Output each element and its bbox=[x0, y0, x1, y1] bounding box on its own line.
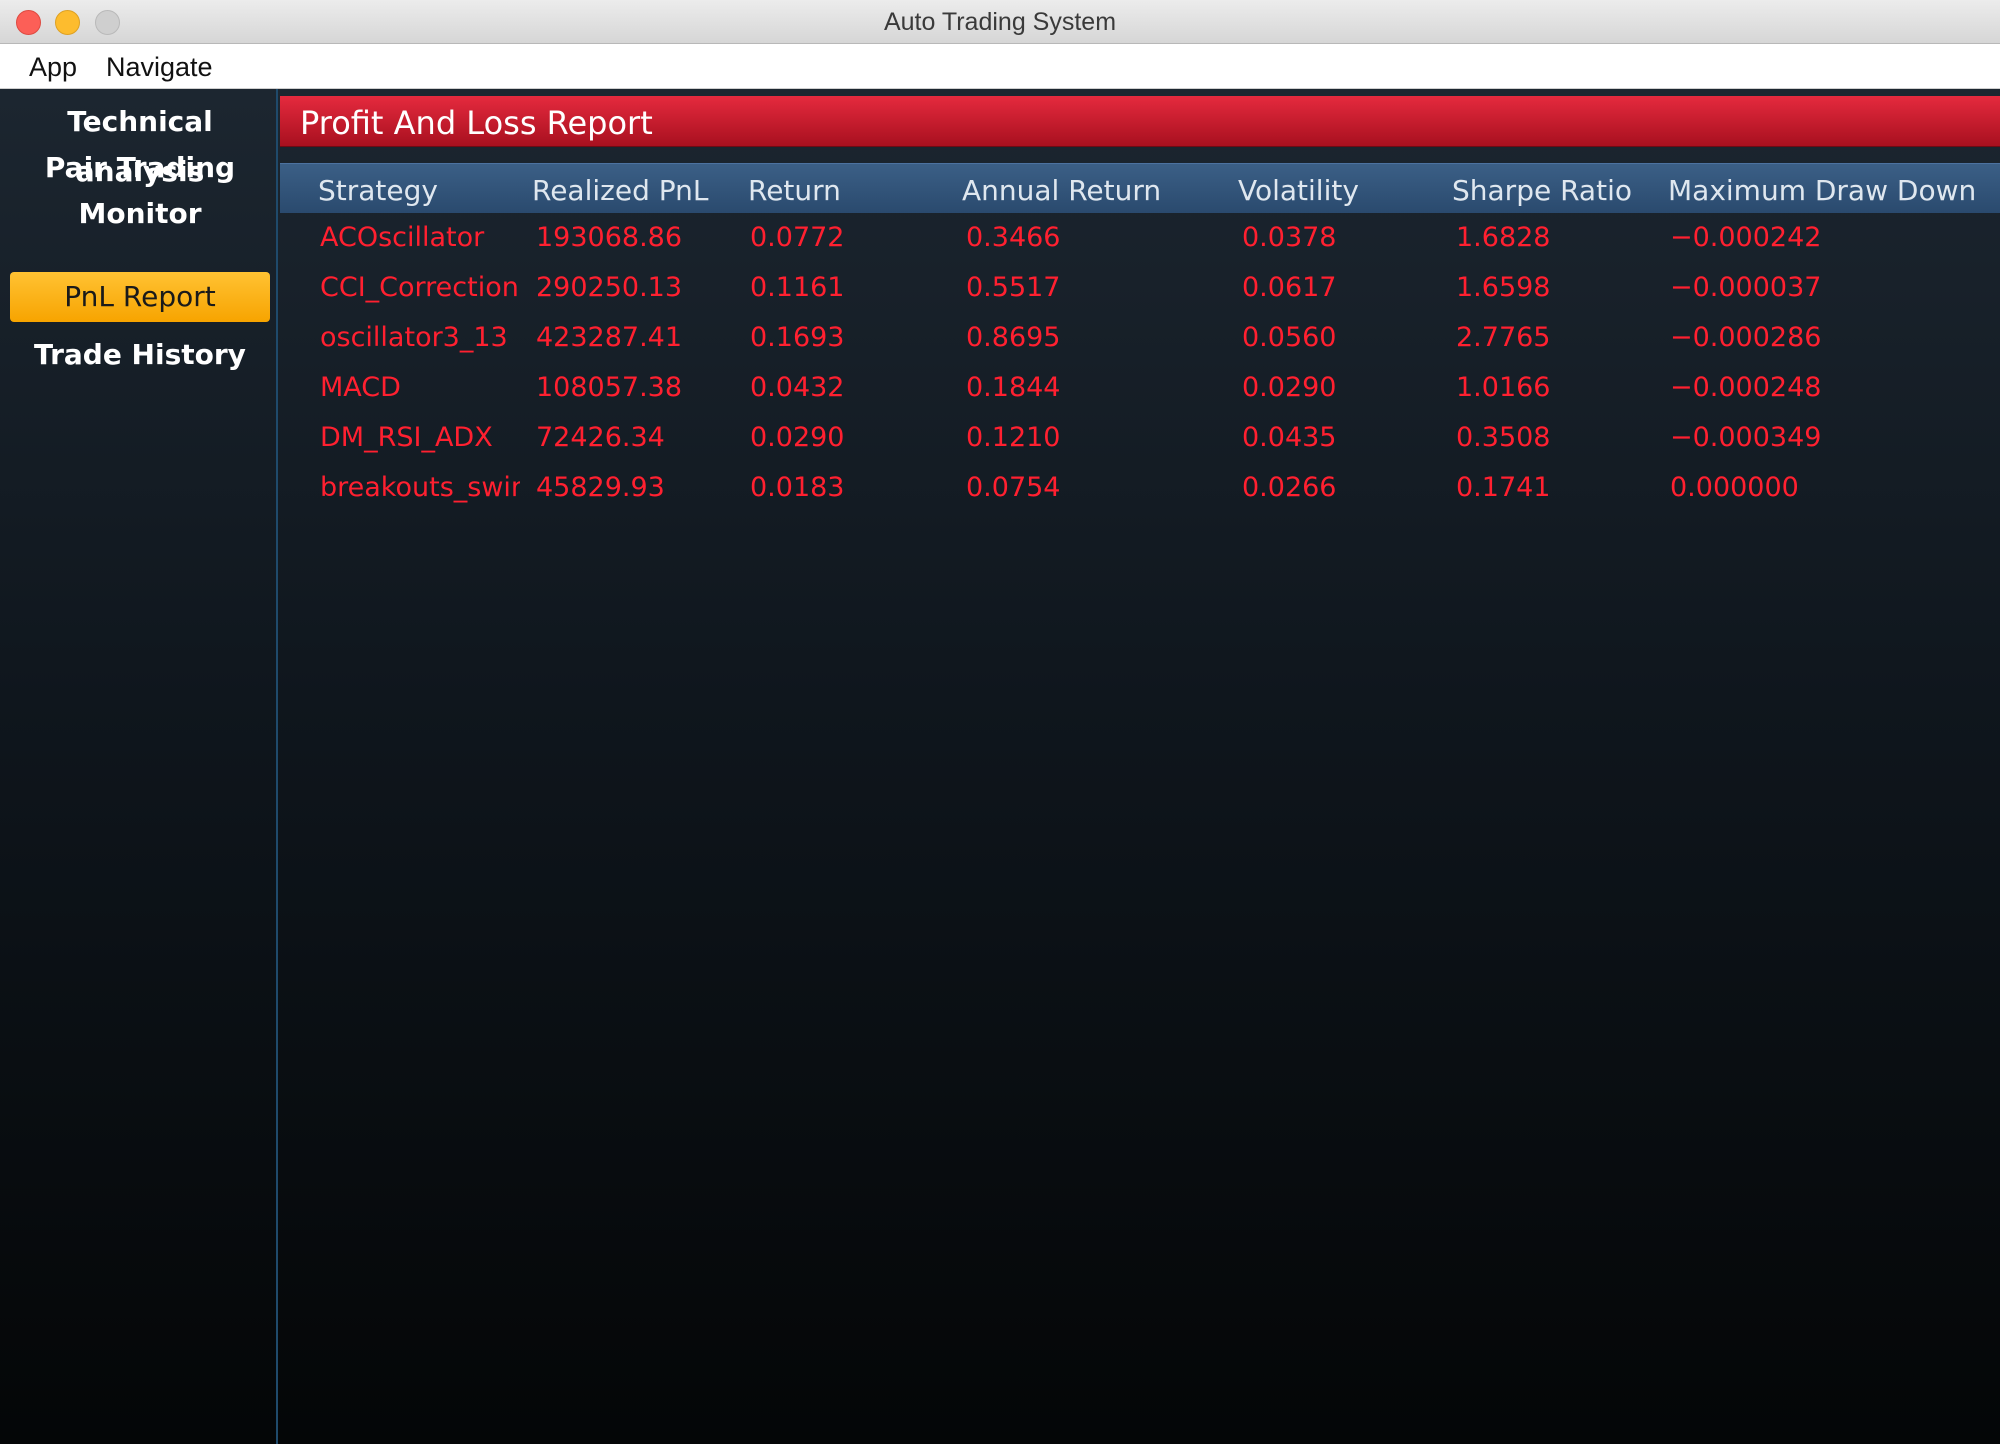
column-header-return[interactable]: Return bbox=[748, 174, 948, 207]
column-header-annual-return[interactable]: Annual Return bbox=[962, 174, 1202, 207]
sidebar-item-monitor[interactable]: Monitor bbox=[10, 189, 270, 239]
table-row[interactable]: DM_RSI_ADX 72426.34 0.0290 0.1210 0.0435… bbox=[280, 413, 2000, 463]
cell-annual-return: 0.0754 bbox=[966, 472, 1061, 503]
sidebar: Technical analysis Pair Trading Monitor … bbox=[0, 89, 278, 1444]
cell-annual-return: 0.1210 bbox=[966, 422, 1061, 453]
table-row[interactable]: breakouts_swing 45829.93 0.0183 0.0754 0… bbox=[280, 463, 2000, 513]
cell-strategy: MACD bbox=[320, 372, 401, 403]
cell-volatility: 0.0560 bbox=[1242, 322, 1337, 353]
cell-strategy: DM_RSI_ADX bbox=[320, 422, 493, 453]
cell-volatility: 0.0378 bbox=[1242, 222, 1337, 253]
cell-realized-pnl: 193068.86 bbox=[536, 222, 683, 253]
cell-max-drawdown: 0.000000 bbox=[1670, 472, 1799, 503]
sidebar-item-technical-analysis[interactable]: Technical analysis bbox=[10, 97, 270, 188]
column-header-realized-pnl[interactable]: Realized PnL bbox=[532, 174, 732, 207]
column-header-strategy[interactable]: Strategy bbox=[318, 174, 518, 207]
pnl-table: Strategy Realized PnL Return Annual Retu… bbox=[280, 163, 2000, 513]
cell-realized-pnl: 290250.13 bbox=[536, 272, 683, 303]
cell-max-drawdown: −0.000037 bbox=[1670, 272, 1822, 303]
cell-realized-pnl: 108057.38 bbox=[536, 372, 683, 403]
cell-max-drawdown: −0.000286 bbox=[1670, 322, 1822, 353]
cell-realized-pnl: 45829.93 bbox=[536, 472, 665, 503]
cell-volatility: 0.0266 bbox=[1242, 472, 1337, 503]
table-row[interactable]: CCI_Correction 290250.13 0.1161 0.5517 0… bbox=[280, 263, 2000, 313]
sidebar-item-pair-trading[interactable]: Pair Trading bbox=[10, 143, 270, 193]
app-main: Technical analysis Pair Trading Monitor … bbox=[0, 89, 2000, 1444]
cell-annual-return: 0.1844 bbox=[966, 372, 1061, 403]
cell-realized-pnl: 72426.34 bbox=[536, 422, 665, 453]
cell-strategy: CCI_Correction bbox=[320, 272, 519, 303]
cell-sharpe-ratio: 1.0166 bbox=[1456, 372, 1551, 403]
table-body: ACOscillator 193068.86 0.0772 0.3466 0.0… bbox=[280, 213, 2000, 513]
table-row[interactable]: MACD 108057.38 0.0432 0.1844 0.0290 1.01… bbox=[280, 363, 2000, 413]
cell-volatility: 0.0290 bbox=[1242, 372, 1337, 403]
cell-realized-pnl: 423287.41 bbox=[536, 322, 683, 353]
menu-navigate[interactable]: Navigate bbox=[106, 52, 213, 83]
menu-app[interactable]: App bbox=[29, 52, 77, 83]
cell-return: 0.0772 bbox=[750, 222, 845, 253]
cell-sharpe-ratio: 1.6828 bbox=[1456, 222, 1551, 253]
cell-sharpe-ratio: 1.6598 bbox=[1456, 272, 1551, 303]
table-row[interactable]: ACOscillator 193068.86 0.0772 0.3466 0.0… bbox=[280, 213, 2000, 263]
column-header-max-drawdown[interactable]: Maximum Draw Down bbox=[1668, 174, 2000, 207]
cell-strategy: oscillator3_13 bbox=[320, 322, 508, 353]
cell-annual-return: 0.8695 bbox=[966, 322, 1061, 353]
cell-strategy: breakouts_swing bbox=[320, 472, 520, 503]
column-header-volatility[interactable]: Volatility bbox=[1238, 174, 1438, 207]
cell-max-drawdown: −0.000248 bbox=[1670, 372, 1822, 403]
table-header-row: Strategy Realized PnL Return Annual Retu… bbox=[280, 163, 2000, 213]
cell-return: 0.1161 bbox=[750, 272, 845, 303]
sidebar-item-trade-history[interactable]: Trade History bbox=[10, 330, 270, 380]
sidebar-item-pnl-report[interactable]: PnL Report bbox=[10, 272, 270, 322]
cell-volatility: 0.0617 bbox=[1242, 272, 1337, 303]
column-header-sharpe-ratio[interactable]: Sharpe Ratio bbox=[1452, 174, 1652, 207]
cell-strategy: ACOscillator bbox=[320, 222, 485, 253]
cell-max-drawdown: −0.000349 bbox=[1670, 422, 1822, 453]
report-panel: Profit And Loss Report Strategy Realized… bbox=[280, 89, 2000, 1444]
report-title: Profit And Loss Report bbox=[300, 104, 653, 142]
report-header: Profit And Loss Report bbox=[280, 96, 2000, 147]
title-bar: Auto Trading System bbox=[0, 0, 2000, 44]
table-row[interactable]: oscillator3_13 423287.41 0.1693 0.8695 0… bbox=[280, 313, 2000, 363]
cell-return: 0.0432 bbox=[750, 372, 845, 403]
cell-annual-return: 0.5517 bbox=[966, 272, 1061, 303]
cell-return: 0.0290 bbox=[750, 422, 845, 453]
cell-max-drawdown: −0.000242 bbox=[1670, 222, 1822, 253]
cell-sharpe-ratio: 0.3508 bbox=[1456, 422, 1551, 453]
cell-return: 0.0183 bbox=[750, 472, 845, 503]
cell-sharpe-ratio: 2.7765 bbox=[1456, 322, 1551, 353]
cell-volatility: 0.0435 bbox=[1242, 422, 1337, 453]
menu-bar: App Navigate bbox=[0, 44, 2000, 89]
cell-return: 0.1693 bbox=[750, 322, 845, 353]
cell-annual-return: 0.3466 bbox=[966, 222, 1061, 253]
window-title: Auto Trading System bbox=[883, 8, 1117, 36]
cell-sharpe-ratio: 0.1741 bbox=[1456, 472, 1551, 503]
